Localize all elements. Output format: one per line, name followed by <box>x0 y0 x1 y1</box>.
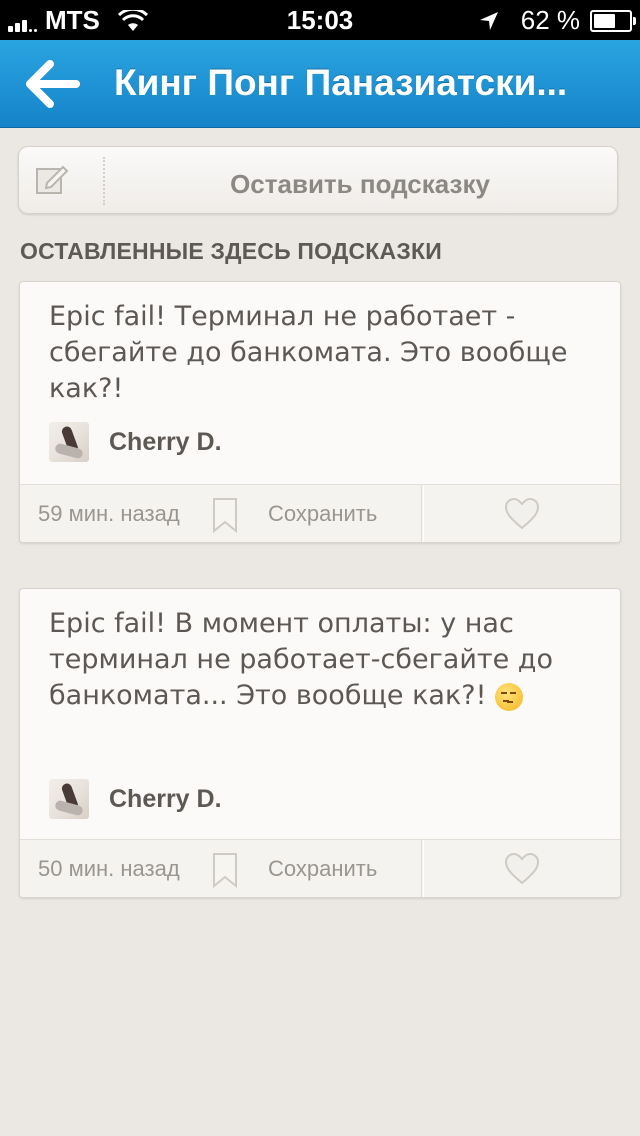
heart-icon <box>504 853 540 885</box>
status-bar: MTS 15:03 62 % <box>0 0 640 40</box>
compose-icon <box>36 165 69 194</box>
like-button[interactable] <box>424 840 622 897</box>
author-name: Cherry D. <box>109 427 222 456</box>
tip-text-body: Epic fail! В момент оплаты: у нас термин… <box>49 608 553 711</box>
avatar <box>49 779 89 819</box>
tip-timestamp: 59 мин. назад <box>38 501 180 526</box>
tip-text: Epic fail! В момент оплаты: у нас термин… <box>49 606 589 714</box>
tip-author[interactable]: Cherry D. <box>49 422 222 462</box>
tip-timestamp: 50 мин. назад <box>38 856 180 881</box>
tip-footer: 50 мин. назад Сохранить <box>20 839 620 897</box>
tip-footer: 59 мин. назад Сохранить <box>20 484 620 542</box>
nav-bar: Кинг Понг Паназиатски... <box>0 40 640 128</box>
back-arrow-icon <box>26 60 80 108</box>
bookmark-icon <box>213 853 237 888</box>
save-label: Сохранить <box>268 856 378 881</box>
author-name: Cherry D. <box>109 784 222 813</box>
leave-tip-label: Оставить подсказку <box>230 169 490 199</box>
back-button[interactable] <box>22 58 82 110</box>
tip-card: Epic fail! Терминал не работает - сбегай… <box>19 281 621 543</box>
tip-card: Epic fail! В момент оплаты: у нас термин… <box>19 588 621 898</box>
battery-percent: 62 % <box>520 5 580 35</box>
save-button[interactable]: Сохранить <box>242 840 422 897</box>
heart-icon <box>504 498 540 530</box>
tip-author[interactable]: Cherry D. <box>49 779 222 819</box>
status-right: 62 % <box>479 5 636 36</box>
battery-icon <box>590 9 636 32</box>
battery-fill <box>594 13 616 28</box>
page-title: Кинг Понг Паназиатски... <box>114 62 568 103</box>
save-button[interactable]: Сохранить <box>242 485 422 542</box>
section-title: ОСТАВЛЕННЫЕ ЗДЕСЬ ПОДСКАЗКИ <box>20 238 442 264</box>
like-button[interactable] <box>424 485 622 542</box>
leave-tip-button[interactable]: Оставить подсказку <box>18 146 618 214</box>
bookmark-icon <box>213 498 237 533</box>
tip-text: Epic fail! Терминал не работает - сбегай… <box>49 301 568 404</box>
avatar <box>49 422 89 462</box>
smirk-emoji-icon <box>495 682 524 711</box>
save-label: Сохранить <box>268 501 378 526</box>
location-arrow-icon <box>479 11 498 30</box>
